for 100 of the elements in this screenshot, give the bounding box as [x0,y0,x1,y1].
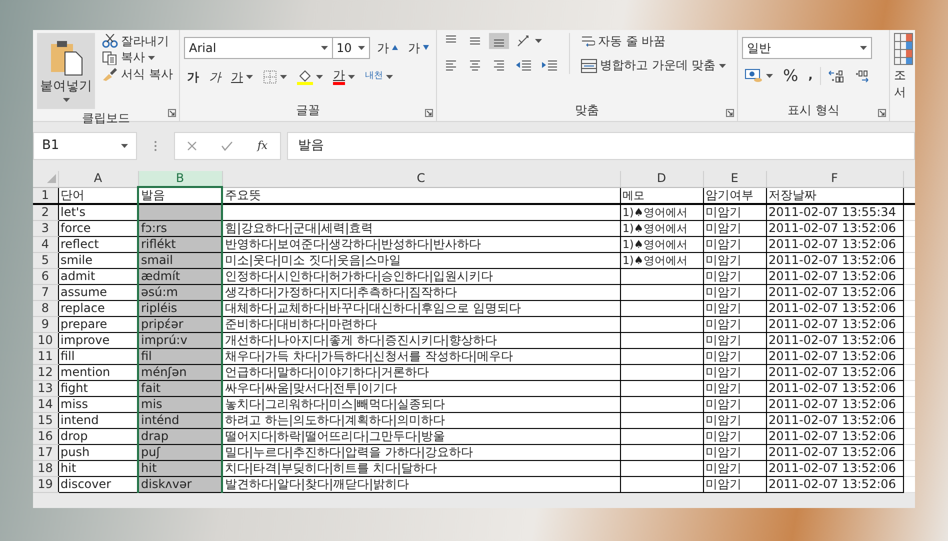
table-cell: ripléis [138,300,222,316]
column-header[interactable]: A [58,171,138,187]
table-cell: 2011-02-07 13:52:06 [766,412,903,428]
accounting-format-button[interactable] [742,68,776,84]
row-header[interactable]: 8 [33,300,58,316]
table-cell: mis [138,396,222,412]
caret-icon [860,46,867,50]
table-cell: 2011-02-07 13:55:34 [766,204,903,220]
column-header[interactable]: B [138,171,222,187]
paintbrush-icon [102,66,118,81]
merge-center-button[interactable]: 병합하고 가운데 맞춤 [578,57,729,74]
table-cell: 1)♠영어에서 [620,236,703,252]
decrease-font-size-button[interactable]: 가 [405,40,432,56]
increase-decimal-icon [828,68,844,83]
table-cell: 미암기 [703,268,766,284]
merge-cells-icon [581,58,597,73]
row-header[interactable]: 18 [33,460,58,476]
table-cell: 미암기 [703,316,766,332]
caret-icon [535,39,542,43]
table-cell: 미암기 [703,364,766,380]
format-painter-button[interactable]: 서식 복사 [99,66,176,82]
align-center-icon [468,58,482,72]
table-cell: 채우다|가득 차다|가득하다|신청서를 작성하다|메우다 [222,348,620,364]
row-header[interactable]: 19 [33,476,58,492]
row-header[interactable]: 4 [33,236,58,252]
caret-icon [320,46,328,50]
underline-button[interactable]: 가 [228,68,256,85]
table-cell: 생각하다|가정하다|지다|추측하다|짐작하다 [222,284,620,300]
table-cell: 2011-02-07 13:52:06 [766,444,903,460]
caret-icon [316,74,323,79]
row-header[interactable]: 7 [33,284,58,300]
number-format-dropdown[interactable]: 일반 [742,37,872,59]
row-header[interactable]: 11 [33,348,58,364]
name-box[interactable]: B1 [33,132,137,160]
checkmark-icon [221,141,234,151]
font-color-button[interactable]: 가 [330,67,358,86]
table-cell: 치다|타격|부딪히다|히트를 치다|달하다 [222,460,620,476]
borders-icon [263,70,277,84]
wrap-text-button[interactable]: 자동 줄 바꿈 [578,33,729,50]
bold-button[interactable]: 가 [184,68,202,85]
comma-button[interactable]: , [805,67,816,84]
row-header[interactable]: 14 [33,396,58,412]
font-name-dropdown[interactable]: Arial [184,37,333,59]
row-header[interactable]: 17 [33,444,58,460]
paint-bucket-icon [297,68,313,85]
percent-button[interactable]: % [780,65,802,86]
up-arrow-icon [392,45,398,50]
row-header[interactable]: 3 [33,220,58,236]
row-header[interactable]: 13 [33,380,58,396]
caret-icon [280,74,287,79]
row-header[interactable]: 9 [33,316,58,332]
row-header[interactable]: 10 [33,332,58,348]
table-cell: 미암기 [703,380,766,396]
formula-field[interactable]: 발음 [287,132,915,160]
table-cell: 미암기 [703,284,766,300]
font-size-dropdown[interactable]: 10 [332,37,370,59]
table-cell: 미암기 [703,428,766,444]
table-cell: 미암기 [703,348,766,364]
group-label: 맞춤 [574,102,600,119]
fill-color-button[interactable] [294,68,326,86]
column-header[interactable]: C [222,171,620,187]
row-header[interactable]: 12 [33,364,58,380]
column-header[interactable]: E [703,171,766,187]
table-cell: 미암기 [703,460,766,476]
row-header[interactable]: 5 [33,252,58,268]
increase-font-size-button[interactable]: 가 [374,40,401,56]
table-cell: 저장날짜 [766,187,903,204]
vertical-align-button[interactable] [489,33,509,49]
table-cell: 미암기 [703,252,766,268]
table-cell: pripέər [138,316,222,332]
table-cell: fait [138,380,222,396]
table-cell: 인정하다|시인하다|허가하다|승인하다|입원시키다 [222,268,620,284]
dialog-launcher-icon [425,109,433,117]
row-header[interactable]: 16 [33,428,58,444]
phonetic-guide-button[interactable]: 내천 [362,70,396,84]
cut-button[interactable]: 잘라내기 [99,33,176,50]
group-label: 글꼴 [295,102,321,119]
table-cell: ménʃən [138,364,222,380]
table-cell: 놓치다|그리워하다|미스|빼먹다|실종되다 [222,396,620,412]
table-cell: 2011-02-07 13:52:06 [766,348,903,364]
table-cell: imprú:v [138,332,222,348]
conditional-formatting-button[interactable]: 조 서 [894,33,911,100]
table-cell: 미암기 [703,476,766,492]
table-cell: 미암기 [703,204,766,220]
table-cell: 언급하다|말하다|이야기하다|거론하다 [222,364,620,380]
row-header[interactable]: 15 [33,412,58,428]
column-header[interactable]: F [766,171,903,187]
conditional-format-icon [894,33,914,65]
paste-button[interactable]: 붙여넣기 [37,33,95,109]
row-header[interactable]: 1 [33,187,58,204]
italic-button[interactable]: 가 [206,68,224,85]
row-header[interactable]: 6 [33,268,58,284]
column-header[interactable]: D [620,171,703,187]
table-cell: 대체하다|교체하다|바꾸다|대신하다|후임으로 임명되다 [222,300,620,316]
table-cell: 2011-02-07 13:52:06 [766,284,903,300]
table-cell: 반영하다|보여준다|생각하다|반성하다|반사하다 [222,236,620,252]
copy-button[interactable]: 복사 [99,49,176,66]
row-header[interactable]: 2 [33,204,58,220]
table-cell: 밀다|누르다|추진하다|압력을 가하다|강요하다 [222,444,620,460]
insert-function-button[interactable]: fx [257,139,268,153]
